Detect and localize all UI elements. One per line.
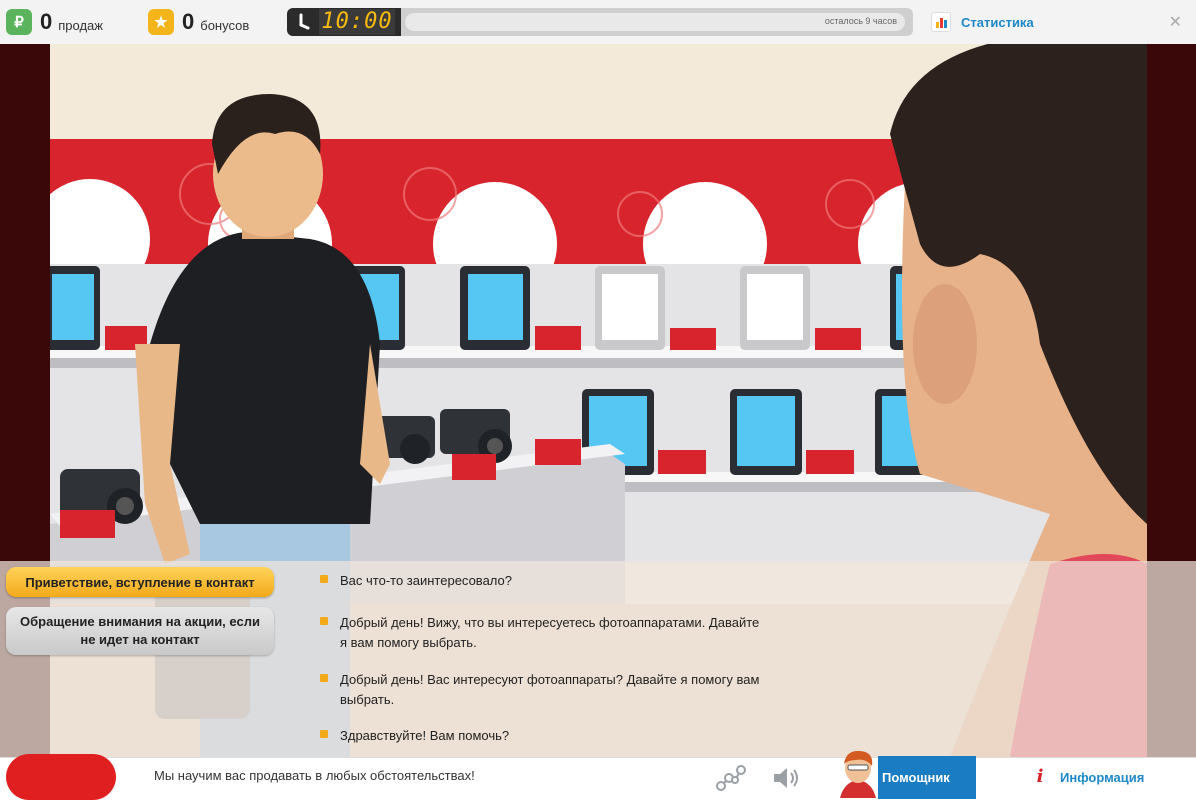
brand-button[interactable] (6, 754, 116, 800)
close-icon[interactable]: ✕ (1169, 12, 1182, 32)
bullet-icon (320, 730, 328, 738)
answer-option[interactable]: Добрый день! Вижу, что вы интересуетесь … (320, 613, 760, 653)
sales-label: продаж (58, 17, 103, 33)
bonus-value: 0 (182, 9, 195, 34)
star-icon: ★ (148, 9, 174, 35)
slogan-text: Мы научим вас продавать в любых обстояте… (154, 768, 475, 783)
dialog-panel: Приветствие, вступление в контакт Обраще… (0, 561, 1196, 757)
sales-value: 0 (40, 9, 53, 34)
bonus-label: бонусов (200, 17, 250, 33)
helper-avatar (836, 748, 880, 799)
information-link[interactable]: i Информация (1030, 766, 1145, 787)
answer-text: Добрый день! Вижу, что вы интересуетесь … (340, 615, 760, 650)
time-remaining-label: осталось 9 часов (824, 16, 897, 26)
ruble-icon: ₽ (6, 9, 32, 35)
speaker-icon[interactable] (772, 766, 802, 790)
answer-text: Здравствуйте! Вам помочь? (340, 728, 510, 743)
clock-icon (297, 13, 311, 31)
game-timer: 10:00 осталось 9 часов (287, 8, 913, 36)
bonus-counter: ★ 0 бонусов (148, 8, 249, 36)
answer-option[interactable]: Здравствуйте! Вам помочь? (320, 726, 760, 746)
bullet-icon (320, 575, 328, 583)
info-icon: i (1036, 766, 1044, 787)
statistics-link[interactable]: Статистика (931, 12, 1034, 32)
helper-button[interactable]: Помощник (836, 750, 976, 799)
bullet-icon (320, 674, 328, 682)
answer-text: Вас что-то заинтересовало? (340, 573, 512, 588)
timer-progress-bar: осталось 9 часов (405, 13, 905, 31)
answer-option[interactable]: Вас что-то заинтересовало? (320, 571, 760, 591)
sales-counter: ₽ 0 продаж (6, 8, 103, 36)
bullet-icon (320, 617, 328, 625)
game-scene: Приветствие, вступление в контакт Обраще… (0, 44, 1196, 757)
statistics-label: Статистика (961, 14, 1034, 30)
category-promo-button[interactable]: Обращение внимания на акции, если не иде… (6, 607, 274, 655)
top-bar: ₽ 0 продаж ★ 0 бонусов 10:00 осталось 9 … (0, 0, 1196, 45)
timer-value: 10:00 (319, 9, 395, 35)
bottom-bar: Мы научим вас продавать в любых обстояте… (0, 750, 1196, 800)
share-nodes-icon[interactable] (715, 764, 747, 792)
helper-label: Помощник (878, 756, 976, 799)
answer-text: Добрый день! Вас интересуют фотоаппараты… (340, 672, 760, 707)
chart-icon (931, 12, 951, 32)
information-label: Информация (1060, 769, 1145, 785)
category-greeting-button[interactable]: Приветствие, вступление в контакт (6, 567, 274, 597)
timer-clock: 10:00 (287, 8, 401, 36)
answer-option[interactable]: Добрый день! Вас интересуют фотоаппараты… (320, 670, 760, 710)
